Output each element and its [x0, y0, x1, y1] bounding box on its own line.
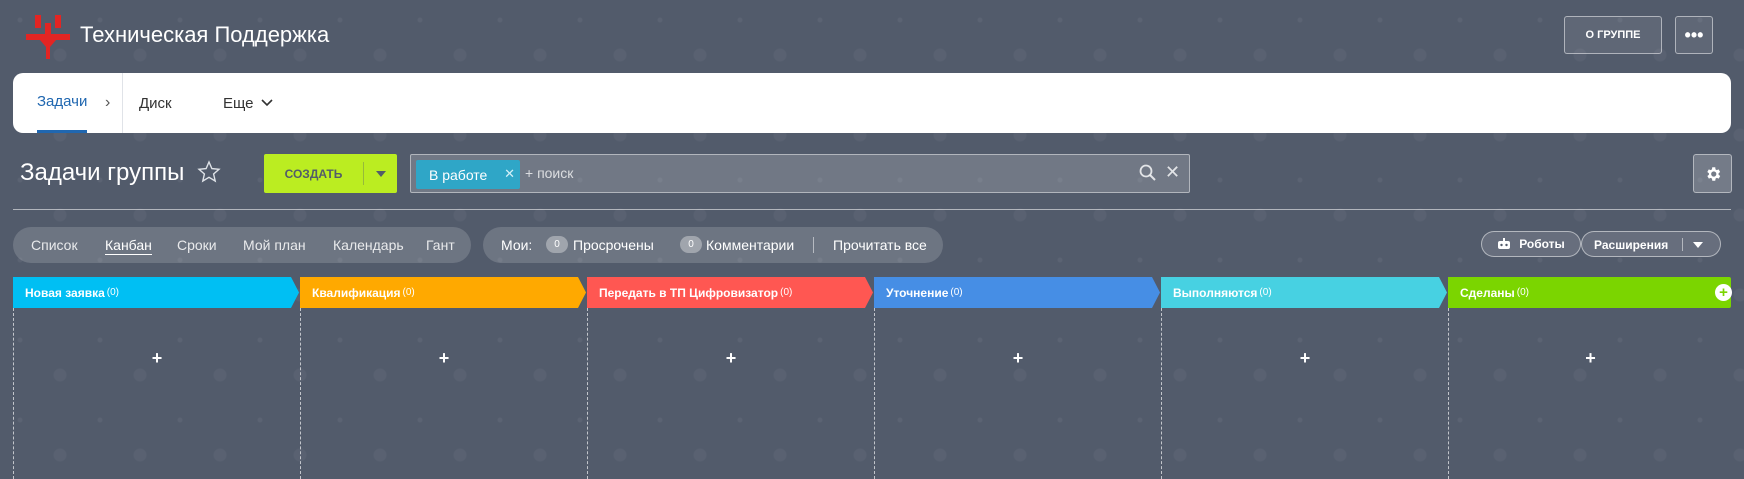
column-title: Уточнение: [886, 285, 949, 300]
caret-down-icon[interactable]: [364, 154, 397, 193]
view-gantt[interactable]: Гант: [426, 237, 455, 253]
add-task-button[interactable]: +: [588, 348, 874, 369]
column-title: Выполняются: [1173, 285, 1258, 300]
filter-tag[interactable]: В работе ✕: [416, 160, 520, 189]
kanban-column-body: +: [1448, 308, 1731, 479]
extensions-button[interactable]: Расширения: [1581, 231, 1721, 257]
column-title: Сделаны: [1460, 285, 1515, 300]
nav-tab-tasks[interactable]: Задачи: [37, 73, 88, 133]
create-button[interactable]: СОЗДАТЬ: [264, 154, 397, 193]
create-button-label[interactable]: СОЗДАТЬ: [264, 154, 363, 193]
group-header: Техническая Поддержка О ГРУППЕ •••: [0, 0, 1744, 72]
add-task-button[interactable]: +: [1162, 348, 1448, 369]
kanban-column-header[interactable]: Новая заявка (0): [13, 277, 299, 308]
view-kanban[interactable]: Канбан: [105, 237, 152, 255]
task-counters: Мои: 0 Просрочены 0 Комментарии Прочитат…: [483, 227, 943, 263]
robots-button[interactable]: Роботы: [1481, 231, 1581, 257]
add-task-button[interactable]: +: [1449, 348, 1732, 369]
kanban-column-body: +: [1161, 308, 1448, 479]
search-input[interactable]: + поиск: [525, 165, 573, 181]
comments-link[interactable]: Комментарии: [706, 237, 794, 253]
gear-icon: [1706, 166, 1720, 181]
add-task-button[interactable]: +: [301, 348, 587, 369]
nav-tab-disk[interactable]: Диск: [139, 73, 172, 133]
view-switcher: Список Канбан Сроки Мой план Календарь Г…: [13, 227, 471, 263]
column-title: Передать в ТП Цифровизатор: [599, 285, 779, 300]
view-list[interactable]: Список: [31, 237, 78, 253]
column-count: (0): [1259, 287, 1272, 298]
remove-filter-icon[interactable]: ✕: [504, 166, 515, 182]
chevron-down-icon: [260, 99, 273, 107]
view-deadlines[interactable]: Сроки: [177, 237, 217, 253]
view-calendar[interactable]: Календарь: [333, 237, 404, 253]
star-icon[interactable]: [197, 160, 221, 184]
clear-search-icon[interactable]: ✕: [1165, 162, 1180, 183]
overdue-link[interactable]: Просрочены: [573, 237, 654, 253]
add-task-button[interactable]: +: [14, 348, 300, 369]
kanban-column-body: +: [300, 308, 587, 479]
chevron-right-icon: ›: [105, 94, 111, 111]
robots-label: Роботы: [1519, 237, 1565, 251]
kanban-column: Сделаны (0) + +: [1448, 277, 1732, 479]
kanban-column-body: +: [13, 308, 300, 479]
my-counters-label: Мои:: [501, 237, 533, 253]
column-title: Квалификация: [312, 285, 401, 300]
nav-more-dropdown[interactable]: Еще: [223, 73, 273, 133]
caret-down-icon[interactable]: [1693, 242, 1703, 248]
add-task-button[interactable]: +: [875, 348, 1161, 369]
group-nav-bar: Задачи › Диск Еще: [13, 73, 1731, 133]
kanban-column: Передать в ТП Цифровизатор (0) +: [587, 277, 873, 479]
kanban-column-header[interactable]: Сделаны (0) +: [1448, 277, 1732, 308]
group-title[interactable]: Техническая Поддержка: [80, 22, 329, 48]
search-icon[interactable]: [1139, 164, 1157, 182]
kanban-column: Квалификация (0) +: [300, 277, 586, 479]
kanban-column: Уточнение (0) +: [874, 277, 1160, 479]
comments-count-badge[interactable]: 0: [680, 236, 702, 253]
column-count: (0): [402, 287, 415, 298]
kanban-column-header[interactable]: Выполняются (0): [1161, 277, 1447, 308]
overdue-count-badge[interactable]: 0: [546, 236, 568, 253]
settings-button[interactable]: [1693, 154, 1732, 193]
kanban-column-header[interactable]: Уточнение (0): [874, 277, 1160, 308]
column-count: (0): [780, 287, 793, 298]
add-column-icon[interactable]: +: [1715, 284, 1732, 301]
kanban-column-body: +: [874, 308, 1161, 479]
kanban-column-header[interactable]: Квалификация (0): [300, 277, 586, 308]
kanban-column: Новая заявка (0) +: [13, 277, 299, 479]
page-title: Задачи группы: [20, 159, 185, 186]
filter-search-box[interactable]: В работе ✕ + поиск ✕: [410, 154, 1190, 193]
robot-icon: [1498, 238, 1511, 249]
column-count: (0): [1516, 287, 1529, 298]
kanban-column-body: +: [587, 308, 874, 479]
view-my-plan[interactable]: Мой план: [243, 237, 306, 253]
extensions-divider: [1682, 238, 1683, 251]
extensions-label: Расширения: [1594, 238, 1669, 252]
toolbar-divider: [13, 209, 1731, 210]
logo-icon[interactable]: [26, 15, 70, 59]
counters-divider: [813, 237, 814, 253]
about-group-button[interactable]: О ГРУППЕ: [1564, 16, 1662, 54]
column-count: (0): [950, 287, 963, 298]
nav-more-label: Еще: [223, 94, 254, 112]
column-title: Новая заявка: [25, 285, 105, 300]
column-count: (0): [106, 287, 119, 298]
filter-tag-label: В работе: [429, 166, 488, 183]
kanban-column: Выполняются (0) +: [1161, 277, 1447, 479]
read-all-link[interactable]: Прочитать все: [833, 237, 927, 253]
kanban-column-header[interactable]: Передать в ТП Цифровизатор (0): [587, 277, 873, 308]
nav-divider: [122, 73, 123, 133]
more-menu-button[interactable]: •••: [1675, 16, 1713, 54]
